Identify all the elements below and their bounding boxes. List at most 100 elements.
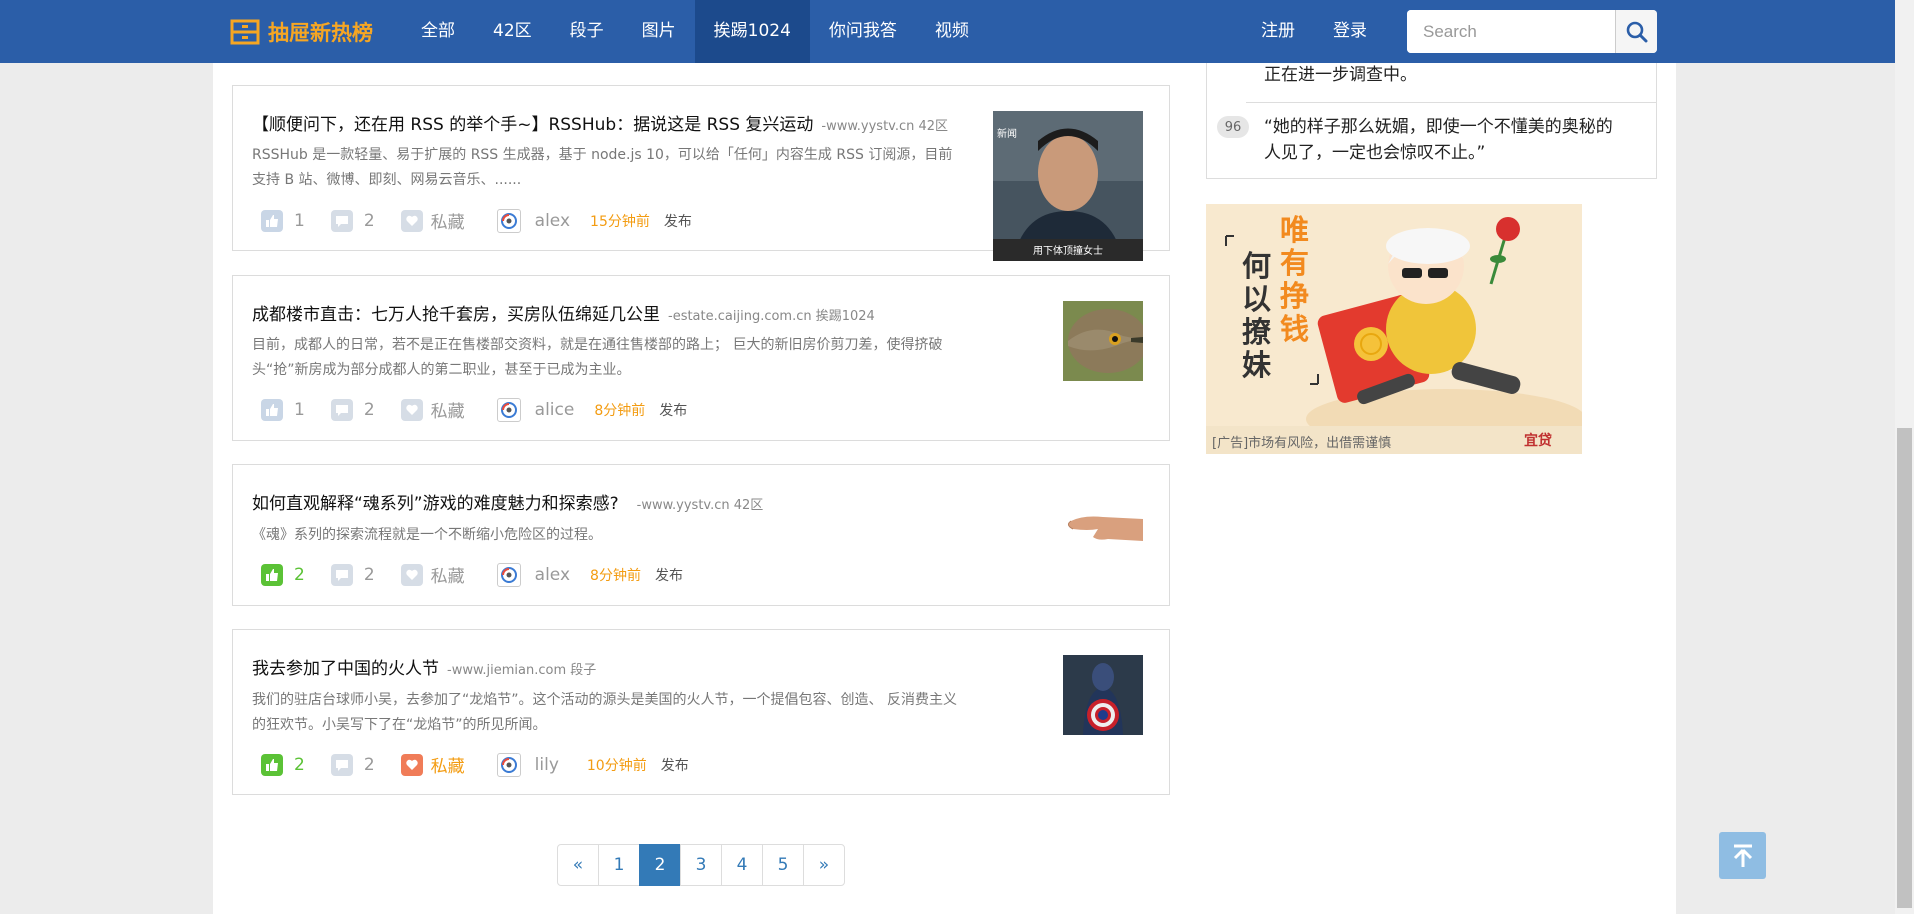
like-count: 2 <box>294 754 305 775</box>
post-title[interactable]: 如何直观解释“魂系列”游戏的难度魅力和探索感? -www.yystv.cn 42区 <box>252 489 763 514</box>
thumb-tag: 新闻 <box>997 129 1017 140</box>
search-icon <box>1626 21 1647 42</box>
post-source: -www.jiemian.com 段子 <box>447 663 597 678</box>
post-summary: RSSHub 是一款轻量、易于扩展的 RSS 生成器，基于 node.js 10… <box>252 143 1007 193</box>
collect-label[interactable]: 私藏 <box>431 208 465 233</box>
post-title[interactable]: 【顺便问下，还在用 RSS 的举个手~】RSSHub：据说这是 RSS 复兴运动… <box>252 110 948 135</box>
collect-label[interactable]: 私藏 <box>431 397 465 422</box>
nav-item-pictures[interactable]: 图片 <box>623 0 695 63</box>
sidebar-item-line1: “她的样子那么妩媚，即使一个不懂美的奥秘的 <box>1264 117 1613 137</box>
avatar[interactable] <box>496 562 521 587</box>
register-link[interactable]: 注册 <box>1242 0 1314 63</box>
ad-right-text: 唯有挣钱 <box>1280 213 1310 346</box>
post-thumbnail[interactable] <box>1063 301 1143 381</box>
like-icon-active[interactable] <box>261 563 283 586</box>
post-card: 如何直观解释“魂系列”游戏的难度魅力和探索感? -www.yystv.cn 42区… <box>232 464 1170 606</box>
like-icon-active[interactable] <box>261 753 283 776</box>
avatar[interactable] <box>496 397 521 422</box>
search-button[interactable] <box>1615 10 1657 53</box>
pagination-page-1[interactable]: 1 <box>598 844 640 886</box>
avatar[interactable] <box>496 752 521 777</box>
nav-item-jokes[interactable]: 段子 <box>551 0 623 63</box>
summary-line: 的狂欢节。小吴写下了在“龙焰节”的所见所闻。 <box>252 717 547 733</box>
post-title-text[interactable]: 成都楼市直击：七万人抢千套房，买房队伍绵延几公里 <box>252 305 660 325</box>
post-time: 15分钟前 <box>590 213 650 230</box>
comment-icon[interactable] <box>330 563 353 586</box>
post-meta: 2 2 私藏 lily 10分钟前 发布 <box>261 752 689 777</box>
pagination-next[interactable]: » <box>803 844 845 886</box>
main-nav: 全部 42区 段子 图片 挨踢1024 你问我答 视频 <box>402 0 988 63</box>
collect-label[interactable]: 私藏 <box>431 562 465 587</box>
comment-icon[interactable] <box>330 209 353 232</box>
author-name[interactable]: alex <box>535 565 570 585</box>
arrow-up-icon <box>1733 844 1752 867</box>
ad-left-text: 何以撩妹 <box>1242 249 1272 382</box>
publish-label: 发布 <box>654 567 683 584</box>
login-link[interactable]: 登录 <box>1314 0 1386 63</box>
summary-line: 《魂》系列的探索流程就是一个不断缩小危险区的过程。 <box>252 527 602 543</box>
post-thumbnail[interactable] <box>1063 489 1143 569</box>
post-summary: 我们的驻店台球师小吴，去参加了“龙焰节”。这个活动的源头是美国的火人节，一个提倡… <box>252 688 1007 738</box>
pagination: « 1 2 3 4 5 » <box>557 844 845 886</box>
search-input[interactable] <box>1407 10 1615 53</box>
nav-item-qa[interactable]: 你问我答 <box>810 0 916 63</box>
like-count: 1 <box>294 210 305 231</box>
post-summary: 目前，成都人的日常，若不是正在售楼部交资料，就是在通往售楼部的路上； 巨大的新旧… <box>252 333 1007 383</box>
post-title[interactable]: 成都楼市直击：七万人抢千套房，买房队伍绵延几公里 -estate.caijing.… <box>252 300 875 325</box>
comment-count: 2 <box>363 754 375 775</box>
author-name[interactable]: alice <box>535 400 575 420</box>
pagination-page-3[interactable]: 3 <box>680 844 722 886</box>
site-name: 抽屉新热榜 <box>268 21 373 45</box>
post-meta: 1 2 私藏 alex 15分钟前 发布 <box>261 208 692 233</box>
summary-line: 头“抢”新房成为部分成都人的第二职业，甚至于已成为主业。 <box>252 362 631 378</box>
thumbnail-image <box>1063 655 1143 735</box>
sidebar-hot-list: 正在进一步调查中。 96 “她的样子那么妩媚，即使一个不懂美的奥秘的 人见了，一… <box>1206 63 1657 179</box>
sidebar-item-prev-text[interactable]: 正在进一步调查中。 <box>1264 63 1417 87</box>
comment-icon[interactable] <box>330 753 353 776</box>
like-icon[interactable] <box>261 209 283 232</box>
comment-count: 2 <box>363 564 375 585</box>
post-thumbnail[interactable] <box>1063 655 1143 735</box>
author-name[interactable]: lily <box>535 755 559 775</box>
pagination-page-5[interactable]: 5 <box>762 844 804 886</box>
scrollbar-thumb[interactable] <box>1897 428 1912 908</box>
ad-brand: 宜贷 <box>1524 433 1552 449</box>
site-logo[interactable]: 抽屉新热榜 <box>230 14 373 50</box>
post-title-text[interactable]: 如何直观解释“魂系列”游戏的难度魅力和探索感? <box>252 494 619 514</box>
post-thumbnail[interactable]: 新闻 用下体顶撞女士 <box>993 111 1143 261</box>
heart-icon-active[interactable] <box>400 753 423 776</box>
comment-icon[interactable] <box>330 398 353 421</box>
sidebar-divider <box>1246 102 1657 103</box>
back-to-top-button[interactable] <box>1719 832 1766 879</box>
thumbnail-image <box>1063 489 1143 569</box>
pagination-page-4[interactable]: 4 <box>721 844 763 886</box>
nav-item-42[interactable]: 42区 <box>474 0 551 63</box>
summary-line: 目前，成都人的日常，若不是正在售楼部交资料，就是在通往售楼部的路上； 巨大的新旧… <box>252 337 943 353</box>
like-icon[interactable] <box>261 398 283 421</box>
heart-icon[interactable] <box>400 209 423 232</box>
ad-banner[interactable]: 何以撩妹 唯有挣钱 [广告]市场有风险，出借需谨慎 宜贷 <box>1206 204 1582 454</box>
post-source: -www.yystv.cn 42区 <box>636 498 764 513</box>
nav-item-all[interactable]: 全部 <box>402 0 474 63</box>
post-title-text[interactable]: 【顺便问下，还在用 RSS 的举个手~】RSSHub：据说这是 RSS 复兴运动 <box>252 115 813 135</box>
pagination-page-2[interactable]: 2 <box>639 844 681 886</box>
post-title-text[interactable]: 我去参加了中国的火人节 <box>252 659 439 679</box>
post-card: 成都楼市直击：七万人抢千套房，买房队伍绵延几公里 -estate.caijing.… <box>232 275 1170 441</box>
publish-label: 发布 <box>663 213 692 230</box>
post-summary: 《魂》系列的探索流程就是一个不断缩小危险区的过程。 <box>252 523 1007 548</box>
sidebar-item-text[interactable]: “她的样子那么妩媚，即使一个不懂美的奥秘的 人见了，一定也会惊叹不止。” <box>1264 114 1613 166</box>
publish-label: 发布 <box>659 402 688 419</box>
author-name[interactable]: alex <box>535 211 570 231</box>
collect-label[interactable]: 私藏 <box>431 752 465 777</box>
heart-icon[interactable] <box>400 563 423 586</box>
post-title[interactable]: 我去参加了中国的火人节 -www.jiemian.com 段子 <box>252 654 596 679</box>
heart-icon[interactable] <box>400 398 423 421</box>
pagination-prev[interactable]: « <box>557 844 599 886</box>
summary-line: 我们的驻店台球师小吴，去参加了“龙焰节”。这个活动的源头是美国的火人节，一个提倡… <box>252 692 957 708</box>
avatar[interactable] <box>496 208 521 233</box>
thumbnail-image <box>1063 301 1143 381</box>
nav-item-video[interactable]: 视频 <box>916 0 988 63</box>
nav-item-it1024[interactable]: 挨踢1024 <box>694 0 810 63</box>
post-source: -www.yystv.cn 42区 <box>821 119 949 134</box>
post-meta: 2 2 私藏 alex 8分钟前 发布 <box>261 562 683 587</box>
